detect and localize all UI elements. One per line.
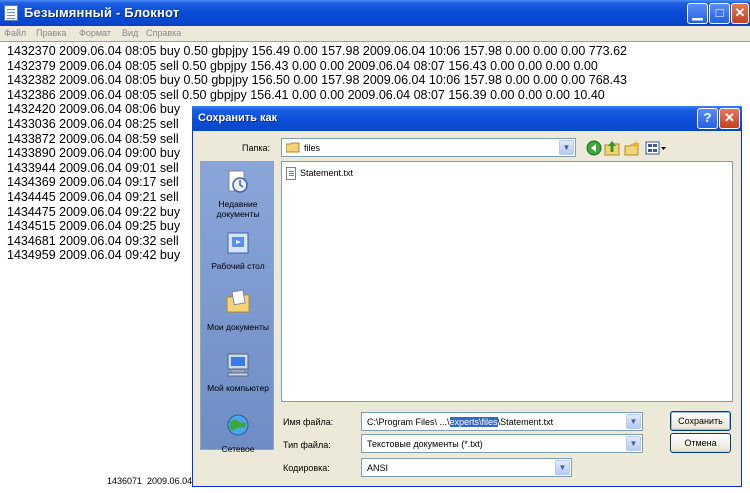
- encoding-label: Кодировка:: [283, 463, 330, 473]
- folder-value: files: [304, 143, 321, 153]
- dialog-title: Сохранить как: [198, 112, 278, 124]
- folder-label: Папка:: [242, 143, 270, 153]
- save-as-dialog: Сохранить как ? ✕ Папка: files ▼ Недавни…: [192, 106, 742, 487]
- text-line: 1432382 2009.06.04 08:05 buy 0.50 gbpjpy…: [7, 73, 628, 88]
- chevron-down-icon[interactable]: ▼: [555, 460, 570, 475]
- cancel-button[interactable]: Отмена: [670, 433, 731, 453]
- filename-value: C:\Program Files\ ...\experts\files\Stat…: [367, 417, 553, 427]
- places-bar: Недавние документы Рабочий стол Мои доку…: [200, 161, 274, 454]
- back-icon[interactable]: [586, 140, 602, 156]
- place-label: Мои документы: [207, 322, 269, 332]
- my-computer-icon: [227, 353, 249, 377]
- dialog-title-bar[interactable]: Сохранить как ? ✕: [192, 106, 742, 131]
- chevron-down-icon[interactable]: ▼: [626, 414, 641, 429]
- menu-file[interactable]: Файл: [4, 28, 26, 38]
- screen: Безымянный - Блокнот ▁ □ ✕ Файл Правка Ф…: [0, 0, 750, 493]
- notepad-menu-bar: Файл Правка Формат Вид Справка: [0, 26, 750, 41]
- text-line: 1433944 2009.06.04 09:01 sell: [7, 160, 179, 175]
- notepad-title-bar[interactable]: Безымянный - Блокнот ▁ □ ✕: [0, 0, 750, 26]
- filename-suffix: \Statement.txt: [497, 417, 554, 427]
- text-line: 1433872 2009.06.04 08:59 sell: [7, 131, 179, 146]
- minimize-button[interactable]: ▁: [687, 3, 708, 24]
- text-line: 1432386 2009.06.04 08:05 sell 0.50 gbpjp…: [7, 87, 605, 102]
- save-button[interactable]: Сохранить: [670, 411, 731, 431]
- text-line: 1434369 2009.06.04 09:17 sell: [7, 175, 179, 190]
- notepad-app-icon[interactable]: [4, 5, 18, 21]
- text-line: 1432379 2009.06.04 08:05 sell 0.50 gbpjp…: [7, 58, 598, 73]
- filename-input[interactable]: C:\Program Files\ ...\experts\files\Stat…: [361, 412, 643, 431]
- filetype-value: Текстовые документы (*.txt): [367, 439, 483, 449]
- place-label: Мой компьютер: [207, 383, 269, 393]
- help-button[interactable]: ?: [697, 108, 718, 129]
- place-label: Сетевое: [221, 444, 255, 454]
- file-list[interactable]: Statement.txt: [281, 161, 733, 402]
- filename-selection: experts\files: [449, 417, 498, 427]
- menu-format[interactable]: Формат: [79, 28, 111, 38]
- text-line: 1434475 2009.06.04 09:22 buy: [7, 204, 181, 219]
- dialog-close-button[interactable]: ✕: [719, 108, 740, 129]
- close-button[interactable]: ✕: [731, 3, 749, 24]
- folder-combo[interactable]: files ▼: [281, 138, 576, 157]
- text-line: 1432420 2009.06.04 08:06 buy: [7, 102, 181, 117]
- my-documents-icon: [226, 289, 250, 313]
- text-line: 1434959 2009.06.04 09:42 buy: [7, 248, 181, 263]
- chevron-down-icon[interactable]: ▼: [559, 140, 574, 155]
- filetype-label: Тип файла:: [283, 440, 331, 450]
- encoding-select[interactable]: ANSI ▼: [361, 458, 572, 477]
- up-folder-icon[interactable]: [604, 140, 620, 156]
- place-label: Рабочий стол: [211, 261, 265, 271]
- text-line: 1433890 2009.06.04 09:00 buy: [7, 146, 181, 161]
- text-line: 1434445 2009.06.04 09:21 sell: [7, 190, 179, 204]
- filename-prefix: C:\Program Files\ ...\: [367, 417, 450, 427]
- recent-documents-icon: [228, 170, 248, 193]
- text-line: 1433036 2009.06.04 08:25 sell: [7, 117, 179, 131]
- status-text-fragment: 1436071 2009.06.04: [107, 476, 193, 486]
- place-label: Недавние документы: [216, 199, 260, 219]
- filename-label: Имя файла:: [283, 417, 334, 427]
- view-menu-icon[interactable]: [645, 140, 667, 156]
- encoding-value: ANSI: [367, 463, 389, 473]
- text-file-icon: [286, 167, 296, 180]
- menu-view[interactable]: Вид: [122, 28, 138, 38]
- text-line: 1434515 2009.06.04 09:25 buy: [7, 219, 181, 234]
- notepad-title: Безымянный - Блокнот: [24, 5, 180, 20]
- filetype-select[interactable]: Текстовые документы (*.txt) ▼: [361, 434, 643, 453]
- menu-edit[interactable]: Правка: [36, 28, 66, 38]
- text-line: 1432370 2009.06.04 08:05 buy 0.50 gbpjpy…: [7, 44, 628, 58]
- chevron-down-icon[interactable]: ▼: [626, 436, 641, 451]
- menu-help[interactable]: Справка: [146, 28, 181, 38]
- network-icon: [227, 414, 249, 436]
- desktop-icon: [227, 232, 249, 254]
- file-name: Statement.txt: [300, 168, 354, 178]
- new-folder-icon[interactable]: [624, 140, 640, 156]
- folder-icon: [286, 142, 300, 153]
- maximize-button[interactable]: □: [709, 3, 730, 24]
- text-line: 1434681 2009.06.04 09:32 sell: [7, 233, 179, 248]
